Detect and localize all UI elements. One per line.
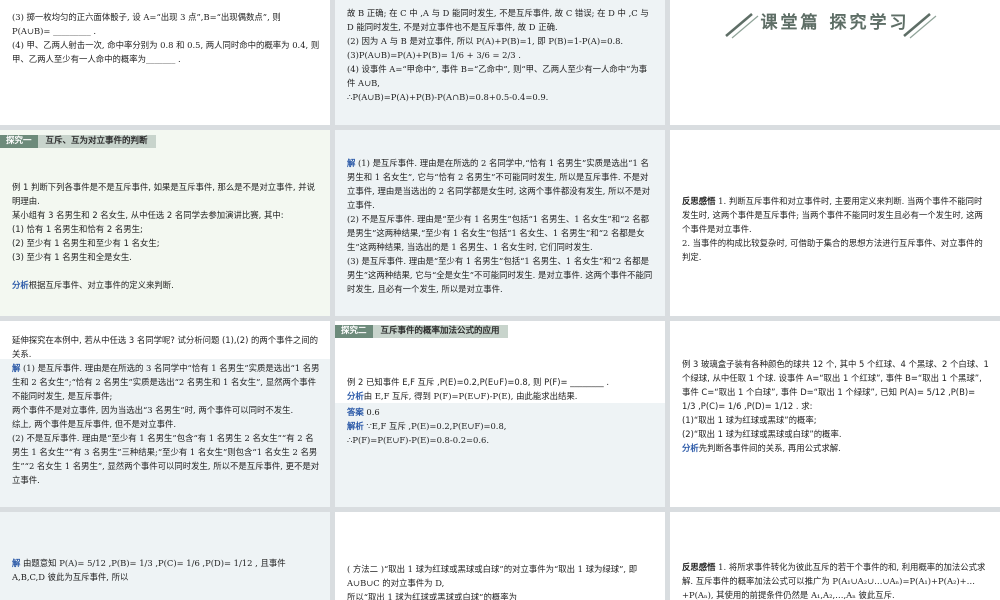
reflection-label: 反思感悟 [682,562,716,572]
banner-title: 课堂篇 探究学习 [760,13,910,33]
tile-example-2: 探究二 互斥事件的概率加法公式的应用 例 2 已知事件 E,F 互斥 ,P(E)… [335,321,665,507]
tile-exercise-solutions: 故 B 正确; 在 C 中 ,A 与 D 能同时发生, 不是互斥事件, 故 C … [335,0,665,125]
example-3-text: 例 3 玻璃盒子装有各种颜色的球共 12 个, 其中 5 个红球、4 个黑球、2… [682,359,989,411]
tab-number: 探究一 [0,135,38,148]
tile-example-1: 探究一 互斥、互为对立事件的判断 例 1 判断下列各事件是不是互斥事件, 如果是… [0,130,330,316]
example-3-question-2: (2)“取出 1 球为红球或黑球或白球”的概率. [682,429,842,439]
tile-reflection-1: 反思感悟 1. 判断互斥事件和对立事件时, 主要用定义来判断. 当两个事件不能同… [670,130,1000,316]
extension-question: 延伸探究在本例中, 若从中任选 3 名同学呢? 试分析问题 (1),(2) 的两… [12,335,319,359]
reflection-label: 反思感悟 [682,196,716,206]
analysis-label: 分析 [347,391,364,401]
tile-extension: 延伸探究在本例中, 若从中任选 3 名同学呢? 试分析问题 (1),(2) 的两… [0,321,330,507]
tile-reflection-2: 反思感悟 1. 将所求事件转化为彼此互斥的若干个事件的和, 利用概率的加法公式求… [670,512,1000,600]
solution-label: 解析 [347,421,364,431]
solution-text: ∵E,F 互斥 ,P(E)=0.2,P(E∪F)=0.8, ∴P(F)=P(E∪… [347,421,507,445]
decorative-slash-left-icon [725,13,759,39]
tile-example-3-solution: 解 由题意知 P(A)= 5/12 ,P(B)= 1/3 ,P(C)= 1/6 … [0,512,330,600]
answer-label: 答案 [347,407,364,417]
example-1-solution-text: (1) 是互斥事件. 理由是在所选的 2 名同学中,“恰有 1 名男生”实质是选… [347,158,653,294]
reflection-1-text: 1. 判断互斥事件和对立事件时, 主要用定义来判断. 当两个事件不能同时发生时,… [682,196,983,262]
tab-title: 互斥、互为对立事件的判断 [37,135,156,148]
example-3-question-1: (1)“取出 1 球为红球或黑球”的概率; [682,415,817,425]
analysis-text: 根据互斥事件、对立事件的定义来判断. [28,280,174,290]
analysis-text: 由 E,F 互斥, 得到 P(F)=P(E∪F)-P(E), 由此能求出结果. [363,391,578,401]
reflection-2-text: 1. 将所求事件转化为彼此互斥的若干个事件的和, 利用概率的加法公式求解. 互斥… [682,562,986,600]
tile-example-1-solution: 解 (1) 是互斥事件. 理由是在所选的 2 名同学中,“恰有 1 名男生”实质… [335,130,665,316]
example-3-solution-text: 由题意知 P(A)= 5/12 ,P(B)= 1/3 ,P(C)= 1/6 ,P… [12,558,286,582]
example-2-text: 例 2 已知事件 E,F 互斥 ,P(E)=0.2,P(E∪F)=0.8, 则 … [347,377,610,387]
exercise-solutions-text: 故 B 正确; 在 C 中 ,A 与 D 能同时发生, 不是互斥事件, 故 C … [347,8,649,102]
section-tab-2: 探究二 互斥事件的概率加法公式的应用 [335,325,508,338]
section-tab-1: 探究一 互斥、互为对立事件的判断 [0,135,156,148]
tab-number: 探究二 [335,325,373,338]
example-1-text: 例 1 判断下列各事件是不是互斥事件, 如果是互斥事件, 那么是不是对立事件, … [12,182,315,262]
decorative-slash-right-icon [903,13,937,39]
tile-example-3: 例 3 玻璃盒子装有各种颜色的球共 12 个, 其中 5 个红球、4 个黑球、2… [670,321,1000,507]
exercise-questions-text: (3) 掷一枚均匀的正六面体骰子, 设 A=“出现 3 点”,B=“出现偶数点”… [12,12,320,64]
tile-section-banner: 课堂篇 探究学习 [670,0,1000,125]
analysis-label: 分析 [682,443,699,453]
analysis-text: 先判断各事件间的关系, 再用公式求解. [698,443,841,453]
tab-title: 互斥事件的概率加法公式的应用 [372,325,508,338]
answer-value: 0.6 [363,407,380,417]
analysis-label: 分析 [12,280,29,290]
method-two-text: ( 方法二 )“取出 1 球为红球或黑球或白球”的对立事件为“取出 1 球为绿球… [347,564,638,600]
extension-solution-text: (1) 是互斥事件. 理由是在所选的 3 名同学中“恰有 1 名男生”实质是选出… [12,363,320,485]
tile-exercise-questions: (3) 掷一枚均匀的正六面体骰子, 设 A=“出现 3 点”,B=“出现偶数点”… [0,0,330,125]
tile-method-two: ( 方法二 )“取出 1 球为红球或黑球或白球”的对立事件为“取出 1 球为绿球… [335,512,665,600]
